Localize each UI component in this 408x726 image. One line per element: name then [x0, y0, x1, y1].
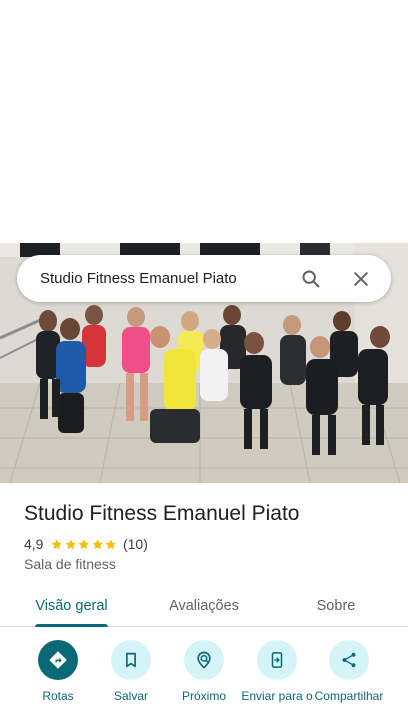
- directions-label: Rotas: [42, 689, 74, 703]
- place-details-page: Studio Fitness Emanuel Piato Studio Fitn…: [0, 0, 408, 726]
- nearby-label: Próximo: [181, 689, 226, 703]
- nearby-button[interactable]: Próximo: [164, 640, 244, 703]
- send-to-phone-button-circle: [257, 640, 297, 680]
- tab-overview[interactable]: Visão geral: [24, 584, 119, 627]
- star-rating: [50, 538, 118, 551]
- share-label: Compartilhar: [314, 689, 384, 703]
- place-category: Sala de fitness: [24, 556, 116, 572]
- directions-button[interactable]: Rotas: [18, 640, 98, 703]
- rating-value: 4,9: [24, 536, 44, 552]
- tab-about[interactable]: Sobre: [300, 584, 372, 627]
- map-area[interactable]: [0, 0, 408, 243]
- star-icon: [92, 538, 103, 549]
- send-to-phone-icon: [271, 652, 283, 668]
- star-icon: [52, 538, 63, 549]
- bookmark-icon: [126, 652, 136, 668]
- active-tab-indicator: [35, 624, 108, 627]
- send-to-phone-label: Enviar para o: [241, 689, 313, 703]
- save-button[interactable]: Salvar: [91, 640, 171, 703]
- review-count: (10): [122, 536, 148, 552]
- save-button-circle: [111, 640, 151, 680]
- search-icon: [302, 269, 320, 287]
- search-button[interactable]: [293, 261, 329, 297]
- save-label: Salvar: [113, 689, 148, 703]
- share-icon: [342, 652, 356, 668]
- close-icon: [354, 271, 368, 286]
- tab-reviews[interactable]: Avaliações: [155, 584, 253, 627]
- directions-icon: [49, 651, 67, 669]
- action-buttons: Rotas Salvar Próximo Enviar para o Compa…: [0, 640, 408, 726]
- tab-bar: Visão geral Avaliações Sobre: [0, 584, 408, 627]
- rating-row[interactable]: 4,9 (10): [24, 536, 148, 552]
- search-bar[interactable]: Studio Fitness Emanuel Piato: [17, 255, 391, 302]
- nearby-icon: [197, 651, 211, 669]
- tab-reviews-label: Avaliações: [169, 597, 239, 614]
- place-name: Studio Fitness Emanuel Piato: [24, 502, 300, 525]
- send-to-phone-button[interactable]: Enviar para o: [237, 640, 317, 703]
- close-button[interactable]: [343, 261, 379, 297]
- star-icon: [106, 538, 117, 549]
- share-button-circle: [329, 640, 369, 680]
- star-icon: [79, 538, 90, 549]
- share-button[interactable]: Compartilhar: [309, 640, 389, 703]
- nearby-button-circle: [184, 640, 224, 680]
- tab-about-label: Sobre: [316, 597, 356, 614]
- search-input[interactable]: Studio Fitness Emanuel Piato: [40, 270, 293, 287]
- tab-overview-label: Visão geral: [35, 597, 108, 614]
- directions-button-circle: [38, 640, 78, 680]
- star-icon: [65, 538, 76, 549]
